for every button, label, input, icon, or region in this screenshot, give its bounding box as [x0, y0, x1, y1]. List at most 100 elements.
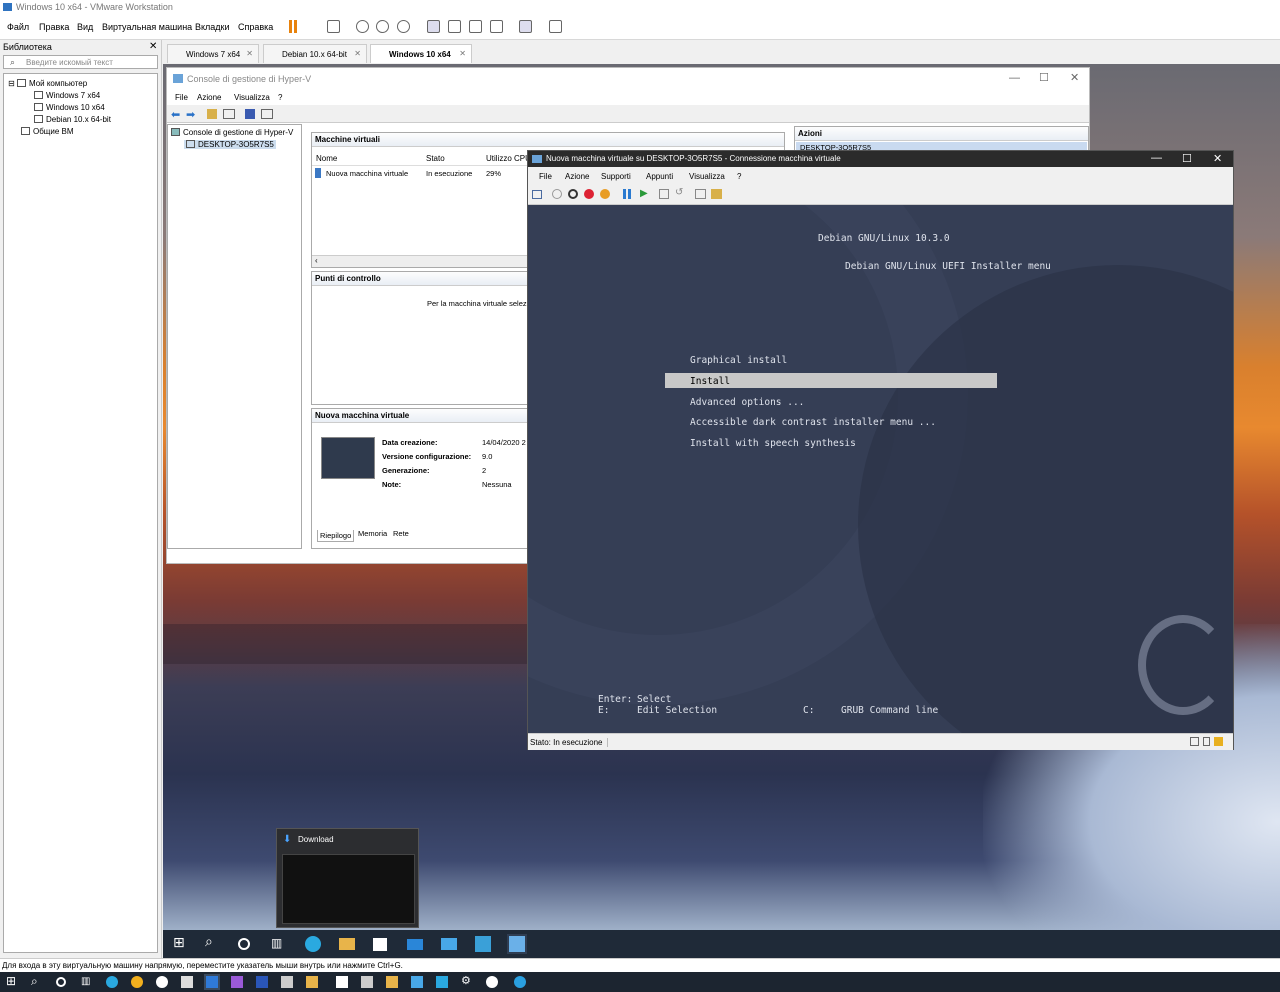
chrome-icon[interactable]: [131, 976, 143, 988]
file-explorer-icon[interactable]: [386, 976, 398, 988]
hyperv-manager-icon[interactable]: [475, 936, 491, 952]
yandex-icon[interactable]: [156, 976, 168, 988]
menu-item[interactable]: Graphical install: [690, 355, 787, 366]
app-icon[interactable]: [486, 976, 498, 988]
show-action-pane-icon[interactable]: [261, 109, 273, 119]
tab-summary[interactable]: Riepilogo: [317, 530, 355, 542]
close-tab-icon[interactable]: ✕: [459, 49, 466, 58]
snapshot-icon[interactable]: [356, 20, 369, 33]
task-view-icon[interactable]: ▥: [81, 976, 93, 988]
vmc-menu-view[interactable]: Visualizza: [689, 172, 725, 181]
menu-item[interactable]: Advanced options ...: [690, 397, 804, 408]
console-view-icon[interactable]: [519, 20, 532, 33]
menu-edit[interactable]: Правка: [39, 22, 69, 32]
revert-icon[interactable]: ↺: [675, 187, 683, 198]
help-icon[interactable]: [245, 109, 255, 119]
shutdown-icon[interactable]: [584, 189, 594, 199]
guest-screen[interactable]: Debian GNU/Linux 10.3.0 Debian GNU/Linux…: [528, 205, 1233, 733]
col-cpu[interactable]: Utilizzo CPU: [486, 154, 531, 163]
close-icon[interactable]: ✕: [149, 41, 157, 52]
file-explorer-icon[interactable]: [339, 938, 355, 950]
maximize-icon[interactable]: ☐: [1039, 71, 1049, 84]
hv-menu-file[interactable]: File: [175, 93, 188, 102]
store-icon[interactable]: [373, 938, 387, 951]
pause-icon[interactable]: [289, 20, 292, 33]
tree-vm-win7[interactable]: Windows 7 x64: [34, 91, 100, 100]
vmc-menu-clipboard[interactable]: Appunti: [646, 172, 673, 181]
share-icon[interactable]: [711, 189, 722, 199]
vmc-menu-file[interactable]: File: [539, 172, 552, 181]
menu-help[interactable]: Справка: [238, 22, 273, 32]
vmware-icon[interactable]: [204, 974, 220, 990]
save-state-icon[interactable]: [600, 189, 610, 199]
app-icon[interactable]: [411, 976, 423, 988]
search-icon[interactable]: ⌕: [31, 974, 43, 988]
tab-network[interactable]: Rete: [391, 528, 411, 539]
shield-icon[interactable]: [336, 976, 348, 988]
tab-win10[interactable]: Windows 10 x64 ✕: [370, 44, 472, 63]
snapshot-manager-icon[interactable]: [397, 20, 410, 33]
search-icon[interactable]: ⌕: [205, 933, 221, 949]
checkpoint-icon[interactable]: [659, 189, 669, 199]
tree-host[interactable]: DESKTOP-3O5R7S5: [184, 140, 276, 149]
close-tab-icon[interactable]: ✕: [246, 49, 253, 58]
menu-item[interactable]: Install with speech synthesis: [690, 438, 856, 449]
tab-memory[interactable]: Memoria: [356, 528, 389, 539]
close-tab-icon[interactable]: ✕: [354, 49, 361, 58]
back-icon[interactable]: ⬅: [171, 108, 180, 121]
forward-icon[interactable]: ➡: [186, 108, 195, 121]
ctrl-alt-del-icon[interactable]: [532, 190, 542, 199]
vm-thumbnail[interactable]: [321, 437, 375, 479]
app-icon[interactable]: [436, 976, 448, 988]
menu-vm[interactable]: Виртуальная машина: [102, 22, 192, 32]
app-icon[interactable]: [181, 976, 193, 988]
app-icon[interactable]: [306, 976, 318, 988]
close-icon[interactable]: ✕: [1070, 71, 1079, 84]
minimize-icon[interactable]: —: [1009, 72, 1020, 84]
vmc-menu-action[interactable]: Azione: [565, 172, 589, 181]
tree-vm-debian[interactable]: Debian 10.x 64-bit: [34, 115, 111, 124]
show-hide-tree-icon[interactable]: [223, 109, 235, 119]
menu-item-selected[interactable]: Install: [690, 376, 730, 387]
thumbnail-view-icon[interactable]: [448, 20, 461, 33]
start-icon[interactable]: ⊞: [173, 934, 189, 950]
resume-icon[interactable]: ▶: [640, 188, 648, 199]
stretch-icon[interactable]: [549, 20, 562, 33]
tree-vm-win10[interactable]: Windows 10 x64: [34, 103, 105, 112]
task-view-icon[interactable]: ▥: [271, 936, 287, 952]
cortana-icon[interactable]: [238, 938, 250, 950]
col-state[interactable]: Stato: [426, 154, 445, 163]
vmc-menu-help[interactable]: ?: [737, 172, 741, 181]
library-search-input[interactable]: ⌕ Введите искомый текст: [3, 55, 158, 69]
word-icon[interactable]: [256, 976, 268, 988]
mail-icon[interactable]: [407, 939, 423, 950]
hv-menu-view[interactable]: Visualizza: [234, 93, 270, 102]
col-name[interactable]: Nome: [316, 154, 337, 163]
tab-win7[interactable]: Windows 7 x64 ✕: [167, 44, 259, 63]
download-taskbar-preview[interactable]: ⬇ Download: [276, 828, 419, 928]
tab-debian[interactable]: Debian 10.x 64-bit ✕: [263, 44, 367, 63]
tree-my-computer[interactable]: ⊟ Мой компьютер: [8, 79, 87, 88]
menu-file[interactable]: Файл: [7, 22, 29, 32]
enhanced-session-icon[interactable]: [695, 189, 706, 199]
menu-view[interactable]: Вид: [77, 22, 93, 32]
up-icon[interactable]: [207, 109, 217, 119]
start-icon[interactable]: [552, 189, 562, 199]
close-icon[interactable]: ✕: [1213, 152, 1222, 165]
telegram-icon[interactable]: [514, 976, 526, 988]
edge-icon[interactable]: [106, 976, 118, 988]
app-icon[interactable]: [231, 976, 243, 988]
vm-connection-icon[interactable]: [507, 934, 527, 954]
send-ctrl-alt-del-icon[interactable]: [327, 20, 340, 33]
edge-icon[interactable]: [305, 936, 321, 952]
pause-icon[interactable]: [623, 189, 626, 199]
hv-menu-help[interactable]: ?: [278, 93, 282, 102]
unity-icon[interactable]: [490, 20, 503, 33]
menu-tabs[interactable]: Вкладки: [195, 22, 230, 32]
cortana-icon[interactable]: [56, 977, 66, 987]
revert-snapshot-icon[interactable]: [376, 20, 389, 33]
minimize-icon[interactable]: —: [1151, 152, 1162, 164]
turn-off-icon[interactable]: [568, 189, 578, 199]
menu-item[interactable]: Accessible dark contrast installer menu …: [690, 417, 936, 428]
maximize-icon[interactable]: ☐: [1182, 152, 1192, 165]
